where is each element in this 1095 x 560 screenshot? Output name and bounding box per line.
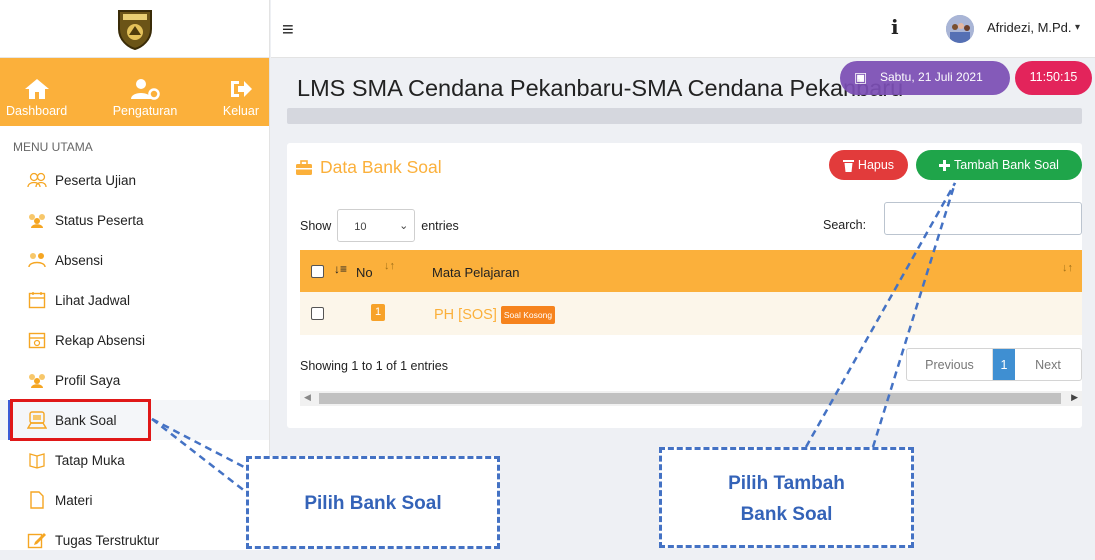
trash-icon <box>842 159 854 172</box>
card-title: Data Bank Soal <box>295 157 442 178</box>
column-header-no[interactable]: No <box>356 265 373 280</box>
table-row[interactable]: 1 PH [SOS] Soal Kosong <box>300 292 1082 335</box>
sidebar-item-label: Tatap Muka <box>55 452 125 468</box>
settings-label: Pengaturan <box>112 104 178 118</box>
sidebar-item-label: Lihat Jadwal <box>55 292 131 308</box>
highlight-box <box>10 399 151 441</box>
sidebar-item-label: Peserta Ujian <box>55 172 137 188</box>
logout-button[interactable]: Keluar <box>223 78 259 118</box>
menu-section-title: MENU UTAMA <box>13 140 93 154</box>
sidebar-item-label: Rekap Absensi <box>55 332 146 348</box>
add-bank-soal-button[interactable]: Tambah Bank Soal <box>916 150 1082 180</box>
school-logo-icon <box>117 9 152 50</box>
dashboard-label: Dashboard <box>6 104 68 118</box>
sidebar-item-label: Materi <box>55 492 93 508</box>
sidebar-item-rekap-absensi[interactable]: Rekap Absensi <box>0 320 269 360</box>
delete-button[interactable]: Hapus <box>829 150 908 180</box>
plus-icon <box>939 159 951 171</box>
sort-icon[interactable]: ↓↑ <box>1062 262 1073 274</box>
calendar-icon <box>27 290 47 310</box>
calendar-refresh-icon <box>27 330 47 350</box>
entries-label: entries <box>421 218 459 233</box>
table-info: Showing 1 to 1 of 1 entries <box>300 359 449 373</box>
select-all-checkbox[interactable] <box>311 265 324 278</box>
breadcrumb-bar <box>287 108 1082 124</box>
status-badge: Soal Kosong <box>500 306 556 324</box>
previous-page-button[interactable]: Previous <box>907 349 993 380</box>
home-icon <box>24 79 49 99</box>
table-header: ↓≡ No ↓↑ Mata Pelajaran ↓↑ <box>300 250 1082 292</box>
callout-pilih-tambah-bank-soal: Pilih Tambah Bank Soal <box>659 447 914 548</box>
sidebar-item-absensi[interactable]: Absensi <box>0 240 269 280</box>
row-subject[interactable]: PH [SOS] Soal Kosong <box>434 306 556 324</box>
sidebar: Dashboard Pengaturan Keluar MENU UTAMA P… <box>0 0 270 550</box>
card-title-text: Data Bank Soal <box>320 157 442 177</box>
calendar-icon: ▣ <box>854 69 868 85</box>
date-text: Sabtu, 21 Juli 2021 <box>880 70 983 84</box>
pagination: Previous 1 Next <box>906 348 1082 381</box>
page-length-value: 10 <box>354 221 367 233</box>
scrollbar-thumb[interactable] <box>319 393 1061 404</box>
sort-icon[interactable]: ↓↑ <box>384 260 395 272</box>
row-subject-text[interactable]: PH [SOS] <box>434 307 497 323</box>
sort-desc-icon[interactable]: ↓≡ <box>334 262 347 276</box>
next-page-button[interactable]: Next <box>1015 349 1081 380</box>
logo-area <box>0 0 269 58</box>
show-label: Show <box>300 218 332 233</box>
time-badge: 11:50:15 <box>1015 61 1092 95</box>
sidebar-item-peserta-ujian[interactable]: Peserta Ujian <box>0 160 269 200</box>
sidebar-item-label: Profil Saya <box>55 372 121 388</box>
hamburger-menu-icon[interactable]: ≡ <box>282 19 294 42</box>
chevron-down-icon: ⌄ <box>399 220 409 232</box>
attendance-icon <box>27 250 47 270</box>
dashboard-button[interactable]: Dashboard <box>6 78 67 118</box>
callout-line-2: Bank Soal <box>740 504 833 525</box>
user-settings-icon <box>131 79 160 100</box>
add-button-label: Tambah Bank Soal <box>954 158 1059 172</box>
column-header-subject[interactable]: Mata Pelajaran <box>432 265 519 280</box>
data-card: Data Bank Soal Hapus Tambah Bank Soal Sh… <box>287 143 1082 428</box>
sidebar-item-label: Absensi <box>55 252 104 268</box>
sidebar-item-lihat-jadwal[interactable]: Lihat Jadwal <box>0 280 269 320</box>
user-dropdown-caret-icon[interactable]: ▾ <box>1075 22 1080 33</box>
page-length-control: Show 10 ⌄ entries <box>300 209 459 242</box>
info-icon[interactable]: i <box>891 15 899 39</box>
row-checkbox[interactable] <box>311 307 324 320</box>
briefcase-icon <box>296 159 312 175</box>
sidebar-item-tugas-terstruktur[interactable]: Tugas Terstruktur <box>0 520 269 560</box>
search-input[interactable] <box>884 202 1082 235</box>
scroll-right-icon[interactable]: ▶ <box>1071 392 1078 403</box>
sidebar-item-tatap-muka[interactable]: Tatap Muka <box>0 440 269 480</box>
book-icon <box>27 450 47 470</box>
sidebar-item-label: Tugas Terstruktur <box>55 532 160 548</box>
logout-icon <box>230 81 252 97</box>
top-bar: ≡ i Afridezi, M.Pd. ▾ <box>271 0 1095 58</box>
page-1-button[interactable]: 1 <box>993 349 1015 380</box>
horizontal-scrollbar[interactable]: ◀ ▶ <box>300 391 1082 406</box>
quick-menu: Dashboard Pengaturan Keluar <box>0 58 269 126</box>
settings-button[interactable]: Pengaturan <box>112 78 178 118</box>
edit-icon <box>27 530 47 550</box>
search-label: Search: <box>823 218 867 232</box>
row-number-badge: 1 <box>371 304 385 321</box>
profile-icon <box>27 370 47 390</box>
avatar[interactable] <box>946 15 974 43</box>
users-icon <box>27 170 47 190</box>
date-badge: ▣ Sabtu, 21 Juli 2021 <box>840 61 1010 95</box>
file-icon <box>27 490 47 510</box>
group-icon <box>27 210 47 230</box>
sidebar-item-materi[interactable]: Materi <box>0 480 269 520</box>
user-name[interactable]: Afridezi, M.Pd. <box>987 20 1072 35</box>
callout-line-1: Pilih Tambah <box>728 473 845 494</box>
sidebar-item-status-peserta[interactable]: Status Peserta <box>0 200 269 240</box>
scroll-left-icon[interactable]: ◀ <box>304 392 311 403</box>
callout-pilih-bank-soal: Pilih Bank Soal <box>246 456 500 549</box>
page-length-select[interactable]: 10 ⌄ <box>337 209 416 242</box>
page-title: LMS SMA Cendana Pekanbaru-SMA Cendana Pe… <box>297 75 904 101</box>
logout-label: Keluar <box>222 104 259 118</box>
sidebar-item-profil-saya[interactable]: Profil Saya <box>0 360 269 400</box>
sidebar-item-label: Status Peserta <box>55 212 144 228</box>
delete-button-label: Hapus <box>857 158 895 172</box>
